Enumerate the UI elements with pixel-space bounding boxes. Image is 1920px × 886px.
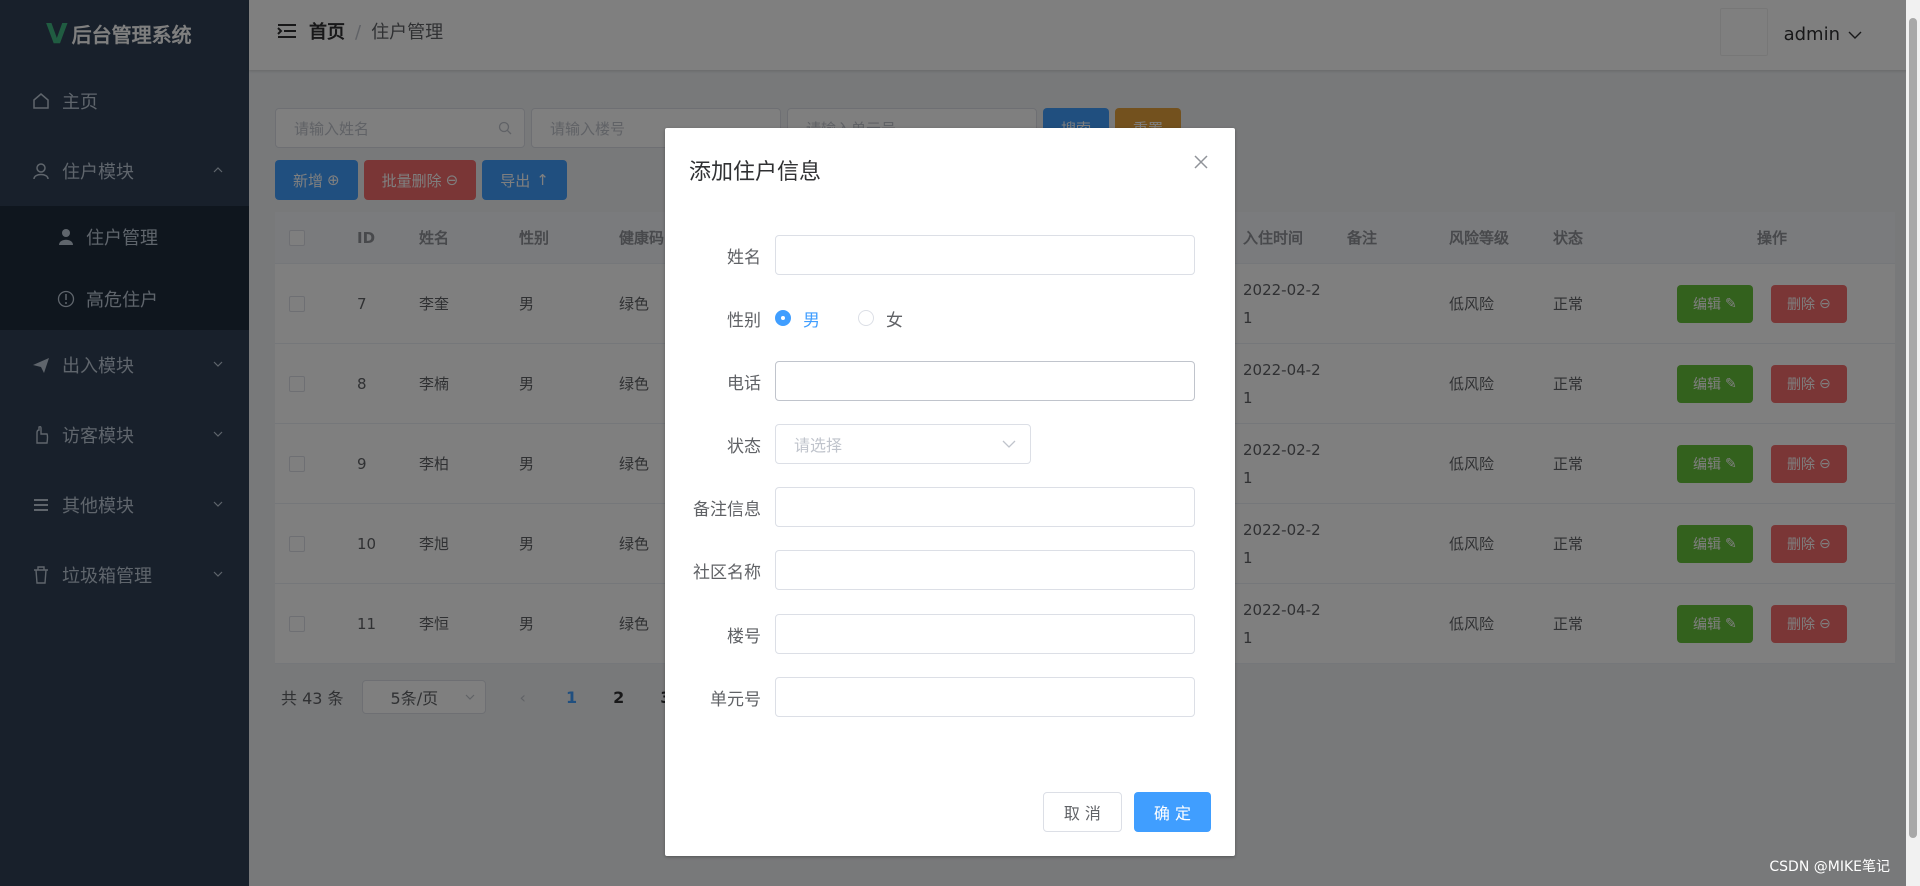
radio-unchecked-icon	[858, 310, 874, 326]
status-placeholder: 请选择	[794, 436, 843, 455]
form-row-community: 社区名称	[665, 550, 1235, 590]
gender-label: 性别	[727, 310, 761, 331]
form-row-building: 楼号	[665, 614, 1235, 654]
phone-label: 电话	[727, 373, 761, 394]
remark-label: 备注信息	[693, 499, 761, 520]
add-resident-dialog: 添加住户信息 姓名 性别 男 女 电话 状态 请选择 备注信息 社区名称 楼号	[665, 128, 1235, 856]
name-label: 姓名	[727, 247, 761, 268]
gender-female-radio[interactable]: 女	[858, 306, 903, 331]
scrollbar[interactable]	[1906, 0, 1920, 886]
building-field[interactable]	[775, 614, 1195, 654]
status-label: 状态	[727, 436, 761, 457]
cancel-button[interactable]: 取 消	[1042, 792, 1122, 832]
remark-field[interactable]	[775, 487, 1195, 527]
confirm-button[interactable]: 确 定	[1133, 792, 1211, 832]
unit-field[interactable]	[775, 677, 1195, 717]
phone-field[interactable]	[775, 361, 1195, 401]
community-field[interactable]	[775, 550, 1195, 590]
radio-checked-icon	[775, 310, 791, 326]
gender-male-radio[interactable]: 男	[775, 306, 820, 331]
chevron-down-icon	[1002, 440, 1016, 448]
form-row-unit: 单元号	[665, 677, 1235, 717]
close-icon[interactable]	[1193, 154, 1209, 170]
form-row-remark: 备注信息	[665, 487, 1235, 527]
form-row-name: 姓名	[665, 235, 1235, 275]
unit-label: 单元号	[710, 689, 761, 710]
radio-label: 男	[803, 310, 820, 331]
watermark: CSDN @MIKE笔记	[1769, 859, 1890, 875]
name-field[interactable]	[775, 235, 1195, 275]
dialog-footer: 取 消 确 定	[1042, 792, 1211, 832]
building-label: 楼号	[727, 626, 761, 647]
form-row-gender: 性别 男 女	[665, 298, 1235, 338]
form-row-phone: 电话	[665, 361, 1235, 401]
dialog-title: 添加住户信息	[689, 160, 822, 185]
form-row-status: 状态 请选择	[665, 424, 1235, 464]
community-label: 社区名称	[693, 562, 761, 583]
radio-label: 女	[886, 310, 903, 331]
scrollbar-thumb[interactable]	[1909, 18, 1917, 838]
status-select[interactable]: 请选择	[775, 424, 1031, 464]
